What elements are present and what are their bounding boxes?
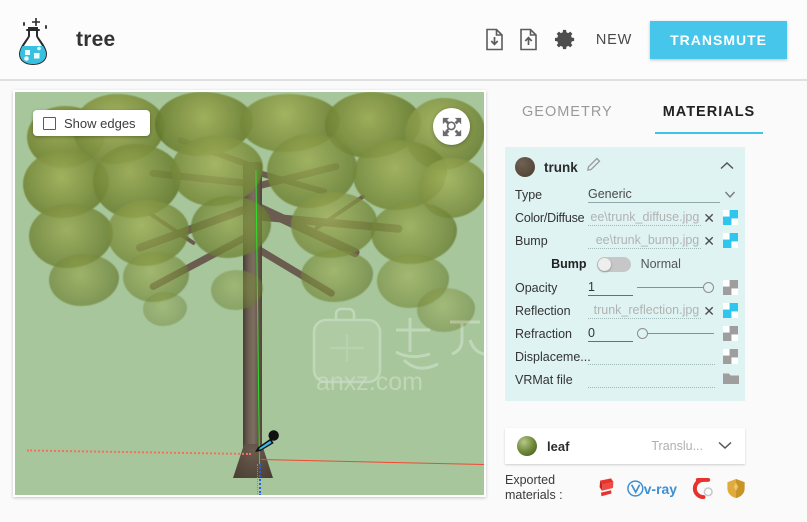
exported-materials: Exported materials : v-ray xyxy=(505,473,765,503)
label-color-diffuse: Color/Diffuse xyxy=(515,210,585,225)
file-upload-icon[interactable] xyxy=(512,20,546,60)
texture-map-icon[interactable] xyxy=(723,210,738,225)
label-type: Type xyxy=(515,187,543,202)
texture-map-icon[interactable] xyxy=(723,280,738,295)
texture-map-icon[interactable] xyxy=(723,233,738,248)
input-vrmat[interactable] xyxy=(588,371,715,388)
folder-icon[interactable] xyxy=(723,372,739,387)
material-header[interactable]: trunk xyxy=(505,155,745,183)
texture-map-icon[interactable] xyxy=(723,349,738,364)
show-edges-label: Show edges xyxy=(64,115,136,131)
row-bump: Bump ee\trunk_bump.jpg ✕ xyxy=(505,229,745,252)
row-reflection: Reflection trunk_reflection.jpg ✕ xyxy=(505,299,745,322)
row-displacement: Displaceme... xyxy=(505,345,745,368)
flask-sparkle-icon xyxy=(16,14,60,66)
show-edges-checkbox[interactable] xyxy=(43,116,56,130)
input-opacity[interactable]: 1 xyxy=(588,279,633,296)
label-refraction: Refraction xyxy=(515,326,572,341)
new-button[interactable]: NEW xyxy=(596,32,632,48)
svg-text:v-ray: v-ray xyxy=(644,481,678,497)
show-edges-toggle[interactable]: Show edges xyxy=(33,110,150,136)
normal-mode-label: Normal xyxy=(640,257,681,271)
transmute-button[interactable]: TRANSMUTE xyxy=(650,20,787,59)
slider-opacity[interactable] xyxy=(637,281,714,295)
row-opacity: Opacity 1 xyxy=(505,276,745,299)
texture-map-icon[interactable] xyxy=(723,326,738,341)
shield-icon[interactable] xyxy=(726,478,746,499)
material-card-leaf[interactable]: leaf Translu... xyxy=(505,428,745,464)
material-name: leaf xyxy=(547,438,570,454)
close-icon[interactable]: ✕ xyxy=(703,304,715,318)
chevron-down-icon[interactable] xyxy=(717,437,733,455)
bump-normal-toggle-row: Bump Normal xyxy=(505,252,745,276)
label-displacement: Displaceme... xyxy=(515,349,591,364)
chevron-up-icon[interactable] xyxy=(719,158,735,176)
viewport-canvas[interactable]: anxz.com Show edges xyxy=(15,92,484,495)
header-actions: NEW TRANSMUTE xyxy=(478,20,787,60)
tab-materials[interactable]: MATERIALS xyxy=(654,90,764,134)
material-type: Translu... xyxy=(651,439,703,453)
tree-model-render xyxy=(15,92,484,495)
page-title: tree xyxy=(76,27,116,51)
label-bump: Bump xyxy=(515,233,548,248)
gear-icon[interactable] xyxy=(546,20,586,60)
input-color-diffuse[interactable]: ee\trunk_diffuse.jpg xyxy=(588,209,702,226)
zoom-extents-icon[interactable] xyxy=(433,108,470,145)
file-download-icon[interactable] xyxy=(478,20,512,60)
corona-icon[interactable] xyxy=(690,477,715,499)
input-reflection[interactable]: trunk_reflection.jpg xyxy=(588,302,702,319)
row-color-diffuse: Color/Diffuse ee\trunk_diffuse.jpg ✕ xyxy=(505,206,745,229)
exported-label-line2: materials : xyxy=(505,488,563,502)
application-window: tree NEW TRANSMUTE anxz.com Show edges G… xyxy=(0,0,807,522)
properties-panel: GEOMETRY MATERIALS trunk Type Generic Co… xyxy=(492,90,807,522)
material-swatch xyxy=(515,157,535,177)
slider-refraction[interactable] xyxy=(637,327,714,341)
close-icon[interactable]: ✕ xyxy=(703,234,715,248)
bump-mode-label: Bump xyxy=(551,257,587,271)
input-refraction[interactable]: 0 xyxy=(588,325,633,342)
select-type[interactable]: Generic xyxy=(588,186,720,203)
material-name: trunk xyxy=(544,159,578,175)
panel-tabs: GEOMETRY MATERIALS xyxy=(492,90,807,134)
sketchup-icon[interactable] xyxy=(597,477,616,499)
input-bump[interactable]: ee\trunk_bump.jpg xyxy=(588,232,702,249)
app-header: tree NEW TRANSMUTE xyxy=(0,0,807,81)
exported-materials-label: Exported materials : xyxy=(505,473,581,503)
row-type: Type Generic xyxy=(505,183,745,206)
row-vrmat: VRMat file xyxy=(505,368,745,391)
viewport-3d[interactable]: anxz.com Show edges xyxy=(13,90,486,497)
tab-geometry[interactable]: GEOMETRY xyxy=(514,90,621,134)
pencil-icon[interactable] xyxy=(586,157,601,177)
material-swatch xyxy=(517,436,537,456)
label-reflection: Reflection xyxy=(515,303,571,318)
texture-map-icon[interactable] xyxy=(723,303,738,318)
row-refraction: Refraction 0 xyxy=(505,322,745,345)
material-card-trunk: trunk Type Generic Color/Diffuse ee\trun… xyxy=(505,147,745,401)
exported-label-line1: Exported xyxy=(505,473,556,487)
close-icon[interactable]: ✕ xyxy=(703,211,715,225)
eyedropper-icon xyxy=(255,428,281,463)
chevron-down-icon[interactable] xyxy=(724,186,736,204)
bump-normal-switch[interactable] xyxy=(596,256,631,272)
exported-format-icons: v-ray xyxy=(597,477,746,499)
input-displacement[interactable] xyxy=(588,348,715,365)
label-vrmat: VRMat file xyxy=(515,372,573,387)
label-opacity: Opacity xyxy=(515,280,558,295)
vray-icon[interactable]: v-ray xyxy=(627,479,679,498)
